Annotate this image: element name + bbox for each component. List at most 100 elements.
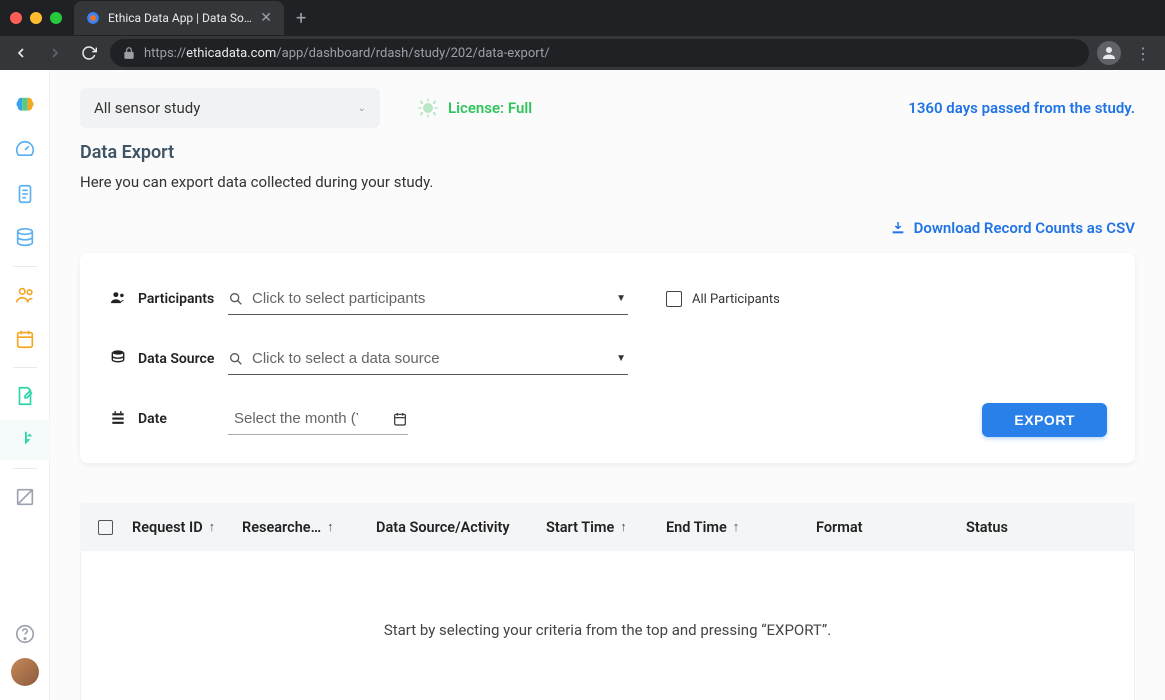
column-status[interactable]: Status [966,519,1066,536]
url-text: https://ethicadata.com/app/dashboard/rda… [144,46,550,61]
database-icon [14,227,36,249]
back-button[interactable] [8,40,34,66]
table-header-row: Request ID ↑ Researche… ↑ Data Source/Ac… [80,503,1135,551]
date-label: Date [138,411,228,427]
help-icon [14,623,36,645]
tab-title: Ethica Data App | Data Sources [108,11,252,25]
page-description: Here you can export data collected durin… [80,173,1135,191]
main-content: All sensor study ⌄ License: Full 1360 da… [50,70,1165,700]
column-request-id[interactable]: Request ID ↑ [132,519,242,536]
column-start-time[interactable]: Start Time ↑ [546,519,666,536]
chevron-down-icon: ⌄ [358,103,366,114]
top-bar: All sensor study ⌄ License: Full 1360 da… [80,88,1135,128]
all-participants-checkbox[interactable] [666,291,682,307]
datasource-icon [108,349,130,370]
column-data-source[interactable]: Data Source/Activity [376,519,546,536]
burst-icon [416,96,440,120]
sort-arrow-icon: ↑ [620,519,627,535]
export-icon [14,429,36,451]
license-badge: License: Full [416,96,532,120]
search-icon [228,291,244,307]
license-label: License: Full [448,99,532,117]
window-controls [10,12,62,24]
maximize-window-icon[interactable] [50,12,62,24]
datasource-select[interactable]: ▼ [228,343,628,375]
shapes-icon [14,486,36,508]
calendar-icon [14,328,36,350]
gauge-icon [14,139,36,161]
sidebar-item-export[interactable] [0,420,50,460]
forward-button[interactable] [42,40,68,66]
brain-logo-icon [14,95,36,117]
participants-input[interactable] [252,290,628,307]
sidebar-item-cohorts[interactable] [0,477,50,517]
column-end-time[interactable]: End Time ↑ [666,519,816,536]
sidebar-divider [13,266,37,267]
select-all-cell [98,520,132,535]
date-input[interactable] [228,410,358,427]
document-icon [14,183,36,205]
sidebar-item-logo[interactable] [0,86,50,126]
export-button[interactable]: EXPORT [982,403,1107,437]
participants-row: Participants ▼ All Participants [108,283,1107,315]
date-select[interactable] [228,403,408,435]
app-shell: All sensor study ⌄ License: Full 1360 da… [0,70,1165,700]
url-bar[interactable]: https://ethicadata.com/app/dashboard/rda… [110,39,1089,67]
lock-icon [122,46,136,60]
sidebar-item-datasources[interactable] [0,218,50,258]
sidebar-item-participants[interactable] [0,275,50,315]
page-title: Data Export [80,142,1135,163]
download-csv-label: Download Record Counts as CSV [914,219,1135,237]
days-passed-label: 1360 days passed from the study. [908,99,1135,117]
table-empty-state: Start by selecting your criteria from th… [80,551,1135,700]
datasource-label: Data Source [138,351,228,367]
datasource-input[interactable] [252,350,628,367]
sort-arrow-icon: ↑ [733,519,740,535]
study-name: All sensor study [94,99,200,117]
profile-button[interactable] [1097,41,1121,65]
column-researcher[interactable]: Researche… ↑ [242,519,376,536]
sidebar [0,70,50,700]
date-icon [108,409,130,430]
reload-button[interactable] [76,40,102,66]
favicon-icon [86,10,100,26]
user-avatar[interactable] [11,658,39,686]
download-csv-link[interactable]: Download Record Counts as CSV [890,219,1135,237]
sidebar-item-surveys[interactable] [0,174,50,214]
sort-arrow-icon: ↑ [209,519,216,535]
sidebar-item-calendar[interactable] [0,319,50,359]
sidebar-divider [13,468,37,469]
select-all-checkbox[interactable] [98,520,113,535]
datasource-row: Data Source ▼ [108,343,1107,375]
minimize-window-icon[interactable] [30,12,42,24]
date-row: Date EXPORT [108,403,1107,435]
export-form-card: Participants ▼ All Participants Data Sou… [80,253,1135,463]
study-dropdown[interactable]: All sensor study ⌄ [80,88,380,128]
browser-tab[interactable]: Ethica Data App | Data Sources ✕ [74,1,284,35]
close-window-icon[interactable] [10,12,22,24]
dropdown-caret-icon: ▼ [616,353,626,364]
participants-icon [108,289,130,310]
sidebar-divider [13,367,37,368]
calendar-picker-icon[interactable] [392,411,408,427]
all-participants-group: All Participants [666,291,780,307]
participants-label: Participants [138,291,228,307]
dropdown-caret-icon: ▼ [616,293,626,304]
sort-arrow-icon: ↑ [327,519,334,535]
browser-menu-icon[interactable]: ⋮ [1129,44,1157,63]
nav-bar: https://ethicadata.com/app/dashboard/rda… [0,36,1165,70]
close-tab-icon[interactable]: ✕ [260,10,272,26]
new-tab-button[interactable]: + [296,8,306,29]
participants-select[interactable]: ▼ [228,283,628,315]
edit-document-icon [14,385,36,407]
column-format[interactable]: Format [816,519,966,536]
users-icon [14,284,36,306]
download-icon [890,220,906,236]
sidebar-item-dashboard[interactable] [0,130,50,170]
search-icon [228,351,244,367]
browser-chrome: Ethica Data App | Data Sources ✕ + https… [0,0,1165,70]
sidebar-item-help[interactable] [0,614,50,654]
export-table: Request ID ↑ Researche… ↑ Data Source/Ac… [80,503,1135,700]
all-participants-label: All Participants [692,292,780,307]
sidebar-item-responses[interactable] [0,376,50,416]
